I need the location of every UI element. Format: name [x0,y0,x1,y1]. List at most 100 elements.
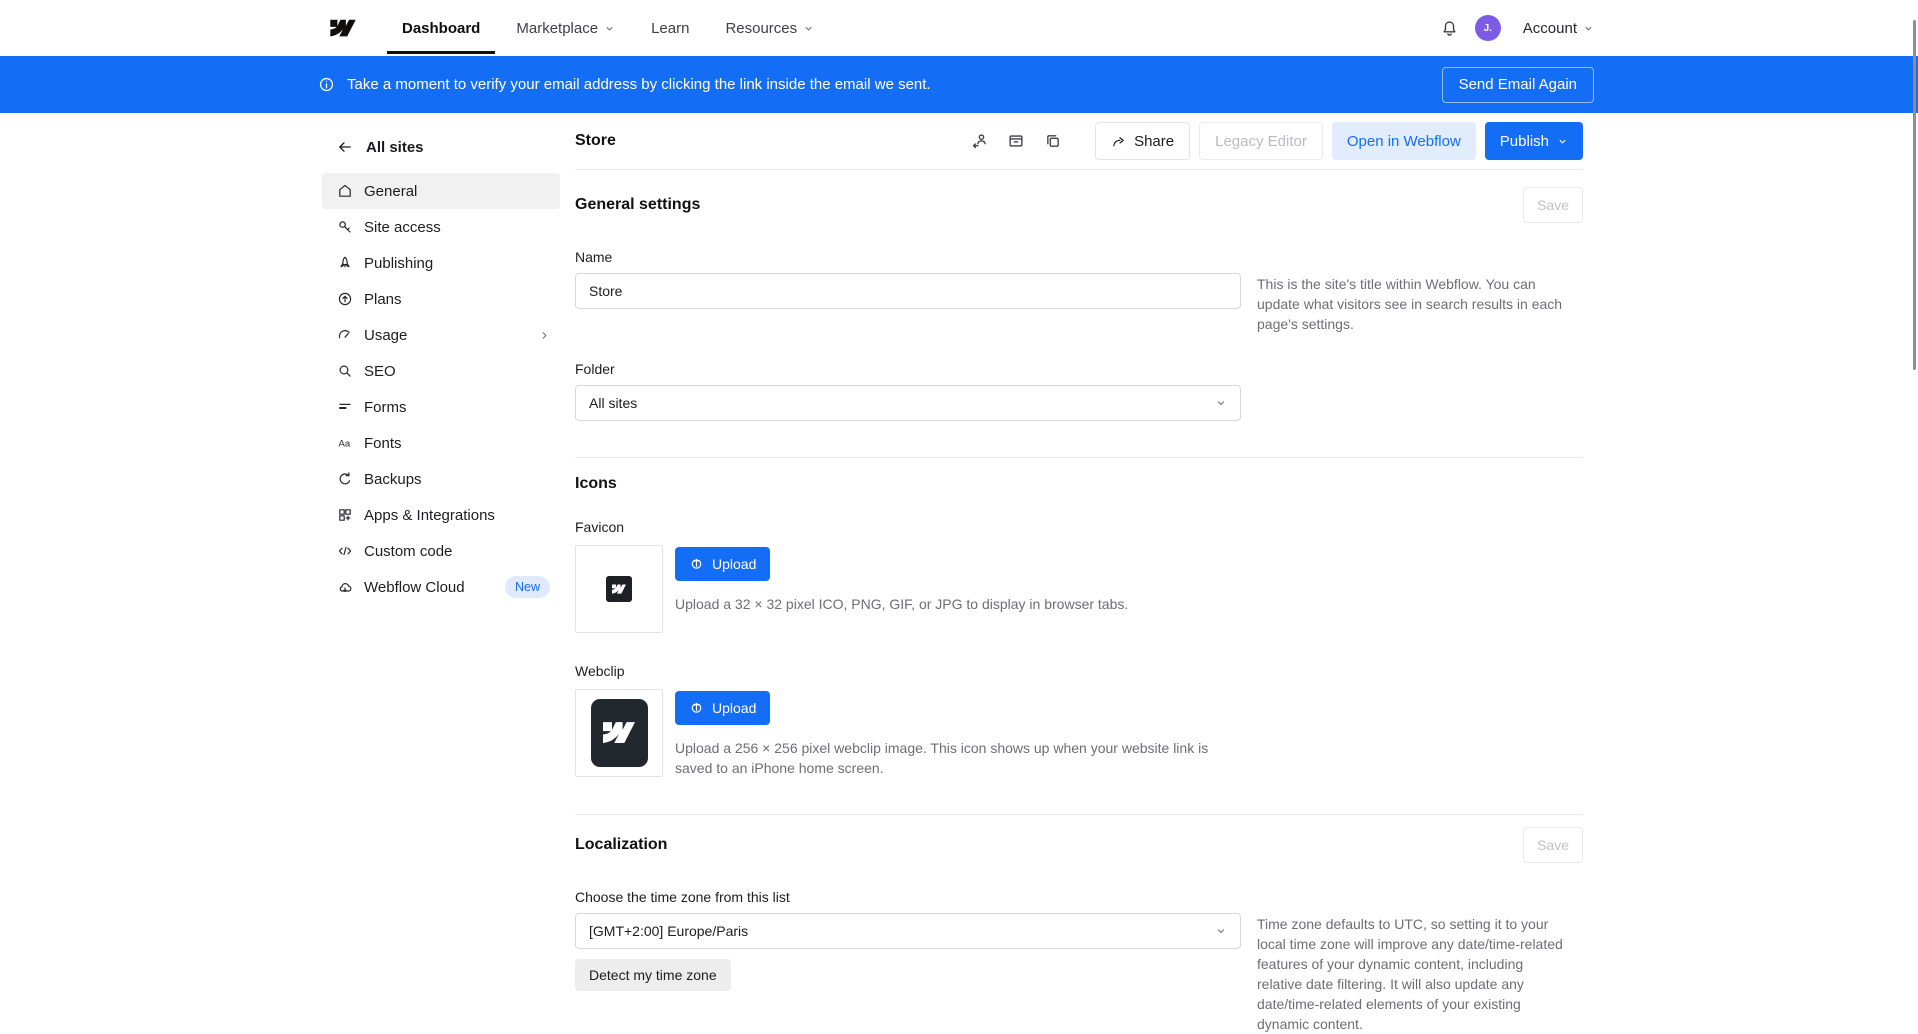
sidebar-item-label: Fonts [364,435,550,452]
upload-icon [689,700,704,715]
localization-heading: Localization [575,836,667,854]
back-to-all-sites[interactable]: All sites [322,133,560,161]
chevron-right-icon [539,330,550,341]
timezone-label: Choose the time zone from this list [575,889,1583,905]
lines-icon [337,399,353,415]
webclip-preview [575,689,663,777]
favicon-label: Favicon [575,519,1583,535]
sidebar-item-custom-code[interactable]: Custom code [322,533,560,569]
timezone-select[interactable]: [GMT+2:00] Europe/Paris [575,913,1241,949]
nav-item-dashboard[interactable]: Dashboard [402,20,480,37]
sidebar-item-publishing[interactable]: Publishing [322,245,560,281]
publish-button[interactable]: Publish [1485,122,1583,160]
share-button[interactable]: Share [1095,122,1190,160]
avatar[interactable]: J. [1475,15,1501,41]
archive-icon[interactable] [1002,127,1030,155]
sidebar-item-label: Webflow Cloud [364,579,494,596]
sidebar-item-label: SEO [364,363,550,380]
upload-label: Upload [712,700,756,716]
detect-timezone-button[interactable]: Detect my time zone [575,959,731,991]
sidebar-item-general[interactable]: General [322,173,560,209]
transfer-site-icon[interactable] [965,127,993,155]
general-settings-section: General settings Save Name This is the s… [575,187,1583,458]
name-label: Name [575,249,1583,265]
upload-icon [689,556,704,571]
sidebar-item-seo[interactable]: SEO [322,353,560,389]
webclip-upload-button[interactable]: Upload [675,691,770,725]
key-icon [337,219,353,235]
sidebar-item-apps-integrations[interactable]: Apps & Integrations [322,497,560,533]
localization-save-button[interactable]: Save [1523,827,1583,863]
primary-nav: Dashboard Marketplace Learn Resources [402,20,814,37]
send-email-again-button[interactable]: Send Email Again [1442,67,1594,103]
site-actions: Share Legacy Editor Open in Webflow Publ… [965,122,1583,160]
favicon-upload-button[interactable]: Upload [675,547,770,581]
page-title: Store [575,132,616,150]
localization-section: Localization Save Choose the time zone f… [575,827,1583,1034]
nav-item-resources[interactable]: Resources [725,20,814,37]
rocket-icon [337,255,353,271]
sidebar-item-site-access[interactable]: Site access [322,209,560,245]
sidebar-item-webflow-cloud[interactable]: Webflow Cloud New [322,569,560,605]
sidebar-item-forms[interactable]: Forms [322,389,560,425]
fonts-icon: Aa [337,435,353,451]
sidebar-item-label: Usage [364,327,528,344]
site-header: Store Share Legacy Editor Open in Webflo… [575,113,1583,170]
share-arrow-icon [1111,134,1126,149]
info-icon [318,76,335,93]
nav-right: J. Account [1440,15,1600,41]
icons-section: Icons Favicon Upload Upload a 32 × 32 pi… [575,475,1583,816]
nav-item-label: Resources [725,20,797,37]
duplicate-icon[interactable] [1039,127,1067,155]
sidebar-item-label: Site access [364,219,550,236]
folder-selected-value: All sites [589,395,637,411]
share-label: Share [1134,133,1174,150]
search-icon [337,363,353,379]
chevron-down-icon [1215,925,1227,937]
sidebar-item-label: Apps & Integrations [364,507,550,524]
nav-item-learn[interactable]: Learn [651,20,689,37]
sidebar-item-label: General [364,183,550,200]
scrollbar-thumb[interactable] [1913,20,1916,370]
gauge-icon [337,327,353,343]
nav-item-label: Marketplace [516,20,598,37]
sidebar-item-plans[interactable]: Plans [322,281,560,317]
webflow-logo-icon[interactable] [330,19,356,37]
webclip-image [591,699,648,767]
nav-item-label: Dashboard [402,20,480,37]
site-name-input[interactable] [575,273,1241,309]
settings-sidebar: All sites General Site access Publishing… [322,113,560,1034]
sidebar-item-fonts[interactable]: Aa Fonts [322,425,560,461]
webclip-label: Webclip [575,663,1583,679]
folder-select[interactable]: All sites [575,385,1241,421]
sidebar-item-backups[interactable]: Backups [322,461,560,497]
settings-main: Store Share Legacy Editor Open in Webflo… [575,113,1583,1034]
name-help-text: This is the site's title within Webflow.… [1257,265,1571,335]
webflow-logo-icon [612,584,626,594]
svg-text:Aa: Aa [339,439,351,450]
sidebar-item-usage[interactable]: Usage [322,317,560,353]
apps-icon [337,507,353,523]
legacy-editor-button[interactable]: Legacy Editor [1199,122,1323,160]
open-in-webflow-button[interactable]: Open in Webflow [1332,122,1476,160]
general-save-button[interactable]: Save [1523,187,1583,223]
chevron-down-icon [803,23,814,34]
timezone-selected-value: [GMT+2:00] Europe/Paris [589,923,748,939]
home-icon [337,183,353,199]
nav-item-label: Learn [651,20,689,37]
favicon-help-text: Upload a 32 × 32 pixel ICO, PNG, GIF, or… [675,594,1128,614]
arrow-up-circle-icon [337,291,353,307]
sidebar-item-label: Backups [364,471,550,488]
webflow-logo-icon [603,721,635,744]
new-badge: New [505,576,550,599]
notifications-bell-icon[interactable] [1440,19,1459,38]
account-label: Account [1523,20,1577,37]
account-menu-button[interactable]: Account [1517,19,1600,38]
upload-label: Upload [712,556,756,572]
publish-label: Publish [1500,133,1549,150]
content: All sites General Site access Publishing… [0,113,1918,1034]
chevron-down-icon [1215,397,1227,409]
favicon-image [606,576,632,602]
nav-item-marketplace[interactable]: Marketplace [516,20,615,37]
verify-email-banner: Take a moment to verify your email addre… [0,56,1918,113]
